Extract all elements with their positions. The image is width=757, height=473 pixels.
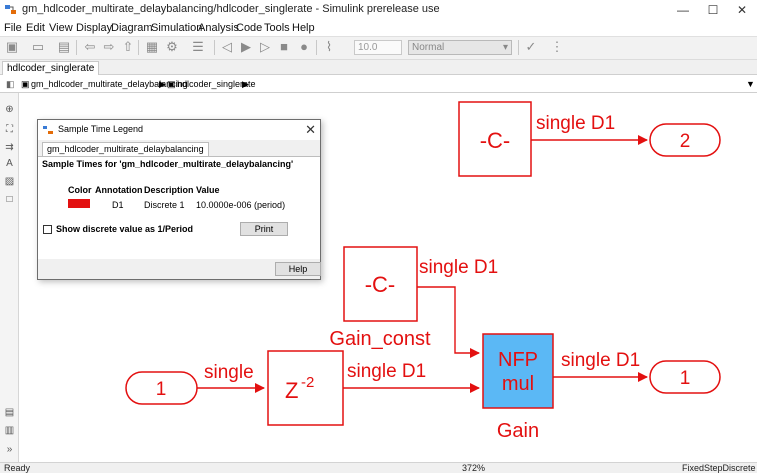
constant-block-top-label: -C- [480,128,511,153]
delay-exponent: -2 [301,374,314,391]
inport-1-label: 1 [156,379,167,400]
sample-time-legend-dialog: Sample Time Legend ✕ gm_hdlcoder_multira… [37,119,321,280]
period-checkbox[interactable] [43,225,52,234]
row-annotation: D1 [112,200,124,210]
status-bar: Ready 372% FixedStepDiscrete [0,462,757,473]
dialog-heading: Sample Times for 'gm_hdlcoder_multirate_… [42,159,294,169]
column-header-annotation: Annotation [95,185,143,195]
column-header-description: Description [144,185,194,195]
gain-constant-label: -C- [365,272,396,297]
color-swatch [68,199,90,208]
product-label-line1: NFP [498,349,538,371]
column-header-value: Value [196,185,220,195]
signal-label-top: single D1 [536,113,615,134]
zoom-level: 372% [462,463,486,473]
print-button[interactable]: Print [240,222,288,236]
gain-constant-name: Gain_const [329,328,431,350]
outport-2-label: 2 [680,131,691,152]
dialog-app-icon [43,126,53,134]
row-value: 10.0000e-006 (period) [196,200,286,210]
dialog-close-icon[interactable]: ✕ [305,122,316,138]
row-description: Discrete 1 [144,200,185,210]
product-label-line2: mul [502,373,534,395]
column-header-color: Color [68,185,92,195]
dialog-tab-model[interactable]: gm_hdlcoder_multirate_delaybalancing [42,142,209,156]
product-block[interactable] [482,333,554,409]
status-text: Ready [4,463,31,473]
signal-label-delay: single D1 [347,361,426,382]
period-checkbox-label: Show discrete value as 1/Period [56,224,194,234]
product-block-name: Gain [497,420,539,442]
signal-label-gain-const: single D1 [419,257,498,278]
dialog-title: Sample Time Legend [58,124,144,134]
signal-label-product: single D1 [561,350,640,371]
solver-name[interactable]: FixedStepDiscrete [682,463,756,473]
delay-label: Z [285,378,298,403]
outport-1-label: 1 [680,368,691,389]
signal-label-inport: single [204,362,254,383]
help-button[interactable]: Help [275,262,321,276]
